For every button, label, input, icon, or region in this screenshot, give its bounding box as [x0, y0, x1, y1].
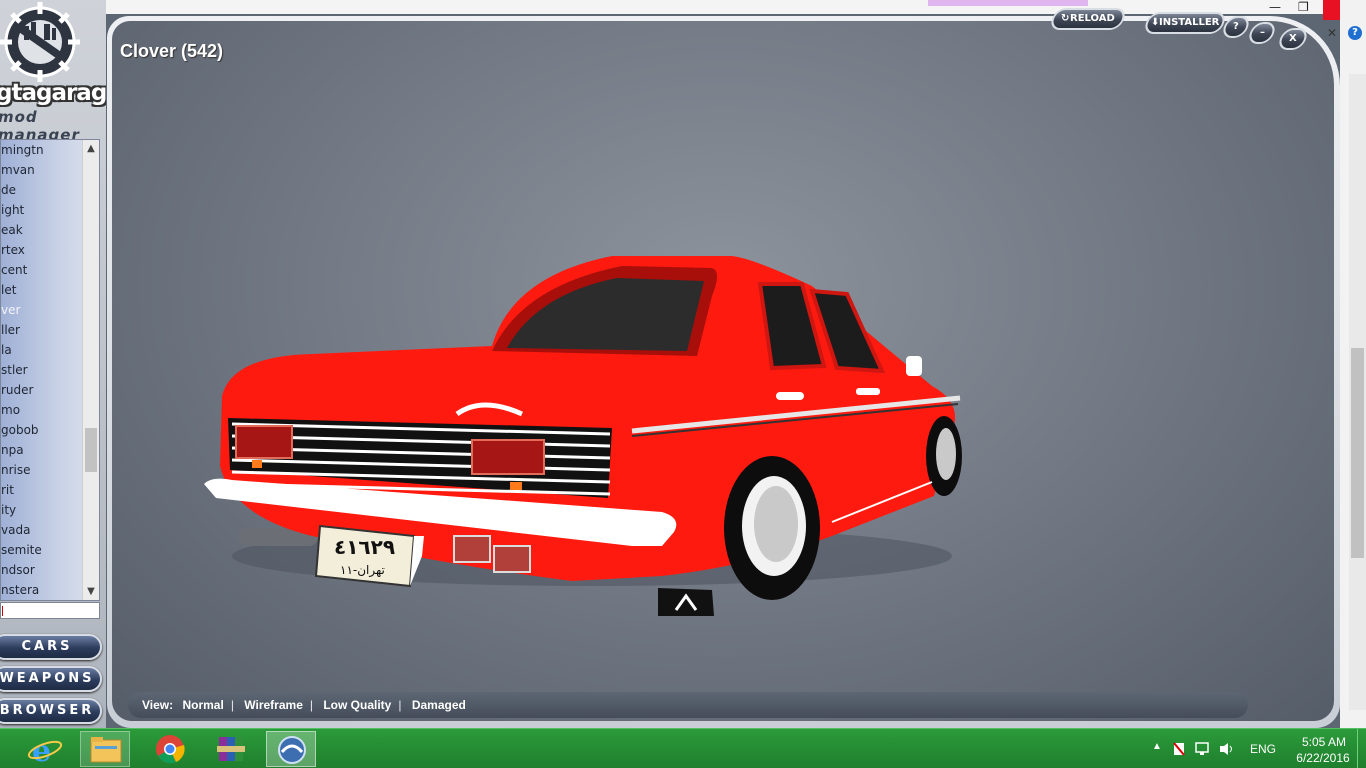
- vehicle-list-item[interactable]: mvan: [1, 160, 83, 180]
- vehicle-list-item[interactable]: semite: [1, 540, 83, 560]
- vehicle-list-item[interactable]: cent: [1, 260, 83, 280]
- cars-button[interactable]: CARS: [0, 634, 102, 660]
- wrench-gear-icon: [0, 2, 80, 82]
- vehicle-list-item[interactable]: la: [1, 340, 83, 360]
- vehicle-list-scrollbar[interactable]: ▲ ▼: [82, 140, 99, 600]
- vehicle-list-item[interactable]: eak: [1, 220, 83, 240]
- chrome-icon[interactable]: [145, 731, 195, 767]
- download-icon: ⬇: [1150, 17, 1160, 28]
- taskbar: e ▲ ENG 5:05 AM 6/22/2016: [0, 728, 1366, 768]
- vehicle-list-item[interactable]: stler: [1, 360, 83, 380]
- browser-close-icon[interactable]: ✕: [1327, 26, 1337, 40]
- vehicle-list-item[interactable]: ruder: [1, 380, 83, 400]
- vehicle-title: Clover (542): [120, 41, 224, 61]
- view-label: View:: [142, 698, 174, 712]
- vehicle-list-item[interactable]: let: [1, 280, 83, 300]
- vehicle-list-item[interactable]: nstera: [1, 580, 83, 600]
- browser-button[interactable]: BROWSER: [0, 698, 102, 724]
- vehicle-list-items: mingtn mvan de ight eak rtex cent let ver ller la s…: [1, 140, 83, 600]
- view-wireframe-link[interactable]: Wireframe: [244, 698, 303, 712]
- vehicle-list-item[interactable]: ight: [1, 200, 83, 220]
- view-mode-bar: View: Normal | Wireframe | Low Quality | Da…: [128, 692, 1248, 718]
- tray-icons[interactable]: [1172, 741, 1242, 757]
- vehicle-list-item[interactable]: rit: [1, 480, 83, 500]
- vehicle-list-item[interactable]: de: [1, 180, 83, 200]
- language-indicator[interactable]: ENG: [1250, 742, 1276, 756]
- sidebar: gtagarage mod manager mingtnmvandeightea…: [0, 0, 106, 728]
- window-maximize-button[interactable]: ❐: [1298, 0, 1309, 14]
- vehicle-list-item[interactable]: mo: [1, 400, 83, 420]
- vehicle-list-item[interactable]: rtex: [1, 240, 83, 260]
- installer-button[interactable]: ⬇ INSTALLER: [1142, 12, 1228, 34]
- vehicle-list-item[interactable]: ller: [1, 320, 83, 340]
- file-explorer-icon[interactable]: [80, 731, 130, 767]
- clock-date[interactable]: 6/22/2016: [1288, 751, 1358, 765]
- vehicle-list-item[interactable]: ity: [1, 500, 83, 520]
- vehicle-list-item[interactable]: npa: [1, 440, 83, 460]
- vehicle-list-item[interactable]: gobob: [1, 420, 83, 440]
- logo-text: gtagarage: [0, 80, 106, 106]
- browser-tab-fragment[interactable]: [928, 0, 1088, 6]
- svg-text:e: e: [32, 734, 51, 767]
- vehicle-search-input[interactable]: [0, 602, 100, 619]
- view-low-quality-link[interactable]: Low Quality: [323, 698, 391, 712]
- viewer-panel: Clover (542) ٤١٦٢٩ تهران-١١ View: Normal…: [107, 16, 1340, 728]
- vehicle-list-item[interactable]: ndsor: [1, 560, 83, 580]
- internet-explorer-icon[interactable]: e: [20, 731, 70, 768]
- vehicle-render[interactable]: ٤١٦٢٩ تهران-١١: [192, 236, 972, 616]
- scroll-up-icon[interactable]: ▲: [83, 140, 99, 157]
- vehicle-list-item[interactable]: ver: [1, 300, 83, 320]
- vehicle-list[interactable]: mingtn mvan de ight eak rtex cent let ver ller la s…: [0, 139, 100, 601]
- gtagarage-taskbar-icon[interactable]: [266, 731, 316, 767]
- vehicle-list-item[interactable]: mingtn: [1, 140, 83, 160]
- reload-button[interactable]: ↻ RELOAD: [1048, 8, 1128, 30]
- vehicle-viewport[interactable]: Clover (542) ٤١٦٢٩ تهران-١١ View: Normal…: [112, 21, 1334, 721]
- clock-time[interactable]: 5:05 AM: [1294, 735, 1354, 749]
- browser-help-icon[interactable]: ?: [1348, 26, 1362, 40]
- reload-icon: ↻: [1061, 13, 1070, 24]
- window-minimize-button[interactable]: —: [1269, 0, 1281, 14]
- view-damaged-link[interactable]: Damaged: [412, 698, 466, 712]
- plate-city: تهران-١١: [340, 563, 385, 578]
- vehicle-list-item[interactable]: vada: [1, 520, 83, 540]
- vehicle-list-scroll-thumb[interactable]: [85, 428, 97, 472]
- weapons-button[interactable]: WEAPONS: [0, 666, 102, 692]
- tray-chevron-up-icon[interactable]: ▲: [1152, 741, 1162, 752]
- winrar-icon[interactable]: [207, 731, 257, 767]
- view-normal-link[interactable]: Normal: [182, 698, 223, 712]
- text-caret: [2, 606, 3, 616]
- vehicle-list-item[interactable]: nrise: [1, 460, 83, 480]
- page-scrollbar-thumb[interactable]: [1351, 348, 1364, 558]
- plate-number: ٤١٦٢٩: [334, 535, 395, 559]
- gtagarage-logo: gtagarage mod manager: [0, 0, 106, 144]
- scroll-down-icon[interactable]: ▼: [83, 583, 99, 600]
- show-desktop-button[interactable]: [1357, 729, 1366, 768]
